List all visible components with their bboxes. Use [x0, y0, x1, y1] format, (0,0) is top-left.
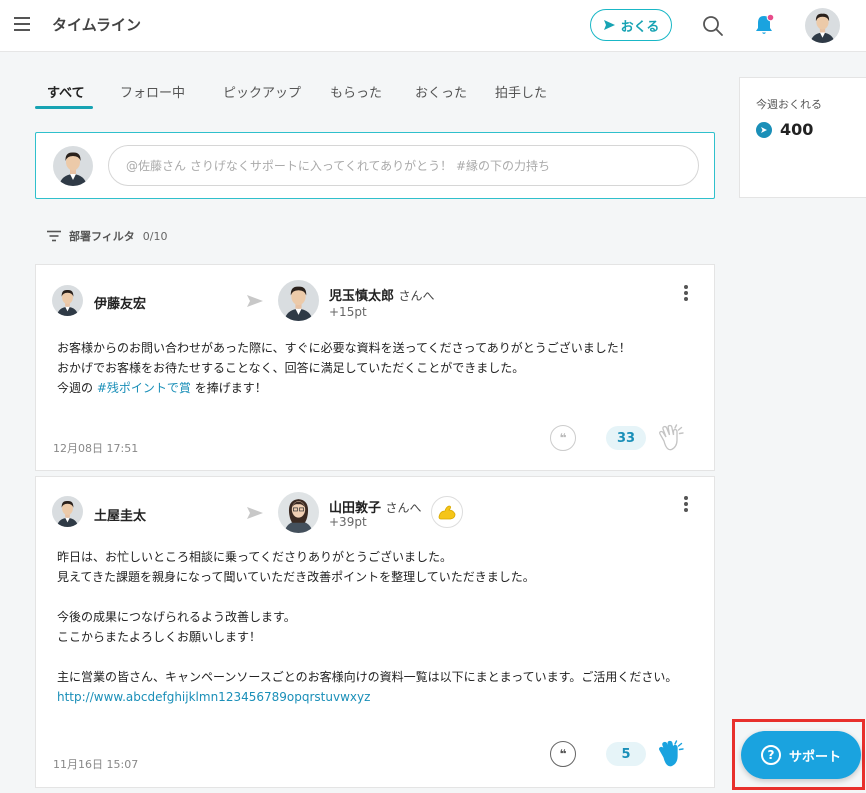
weekly-points-number: 400: [780, 120, 814, 139]
points-value: +15pt: [329, 305, 367, 319]
compose-avatar: [53, 146, 93, 186]
support-button-label: サポート: [788, 749, 841, 765]
message-line: おかげでお客様をお待たせすることなく、回答に満足していただくことができました。: [57, 361, 525, 375]
tab-pickup[interactable]: ピックアップ: [223, 82, 301, 101]
department-filter[interactable]: 部署フィルタ 0/10: [47, 228, 167, 244]
badge-bubble[interactable]: [431, 496, 463, 528]
tab-received[interactable]: もらった: [330, 82, 382, 101]
message-text: 今週の: [57, 381, 97, 395]
clap-count[interactable]: 5: [606, 742, 646, 766]
weekly-points-value: 400: [756, 120, 813, 139]
message-line: [57, 647, 702, 667]
weekly-points-panel: 今週おくれる 400: [739, 77, 866, 198]
compose-input[interactable]: @佐藤さん さりげなくサポートに入ってくれてありがとう！ #縁の下の力持ち: [108, 145, 699, 186]
recipient-line[interactable]: 山田敦子 さんへ: [329, 497, 422, 516]
recipient-name: 児玉慎太郎: [329, 289, 395, 304]
tab-following[interactable]: フォロー中: [120, 82, 185, 101]
post-timestamp: 11月16日 15:07: [53, 758, 139, 771]
recipient-suffix: さんへ: [398, 289, 435, 303]
recipient-avatar[interactable]: [278, 280, 319, 321]
quote-icon[interactable]: ❝: [550, 741, 576, 767]
message-text: を捧げます！: [190, 381, 267, 395]
weekly-points-label: 今週おくれる: [756, 98, 822, 111]
post-message: お客様からのお問い合わせがあった際に、すぐに必要な資料を送ってくださってありがと…: [57, 338, 697, 398]
timeline-tabs: すべて フォロー中 ピックアップ もらった おくった 拍手した: [35, 70, 715, 110]
send-points-icon: [756, 121, 772, 138]
clap-icon[interactable]: [656, 423, 686, 453]
sender-name[interactable]: 伊藤友宏: [94, 293, 146, 312]
notification-bell-icon[interactable]: [752, 13, 776, 37]
send-direction-icon: [247, 295, 263, 307]
message-line: ここからまたよろしくお願いします！: [57, 630, 262, 644]
filter-count: 0/10: [142, 229, 168, 243]
tab-sent[interactable]: おくった: [415, 82, 467, 101]
tab-all[interactable]: すべて: [47, 82, 85, 101]
top-header: タイムライン おくる: [0, 0, 866, 52]
message-line: 見えてきた課題を親身になって聞いていただき改善ポイントを整理していただきました。: [57, 570, 535, 584]
message-line: 昨日は、お忙しいところ相談に乗ってくださりありがとうございました。: [57, 550, 453, 564]
send-button-label: おくる: [620, 19, 660, 35]
post-message: 昨日は、お忙しいところ相談に乗ってくださりありがとうございました。 見えてきた課…: [57, 547, 702, 707]
sender-avatar[interactable]: [52, 285, 83, 316]
quote-icon[interactable]: ❝: [550, 425, 576, 451]
clap-icon[interactable]: [656, 739, 686, 769]
support-button[interactable]: ? サポート: [741, 731, 861, 779]
message-line: 主に営業の皆さん、キャンペーンソースごとのお客様向けの資料一覧は以下にまとまって…: [57, 670, 678, 684]
recipient-avatar[interactable]: [278, 492, 319, 533]
compose-box: @佐藤さん さりげなくサポートに入ってくれてありがとう！ #縁の下の力持ち: [35, 132, 715, 199]
notification-dot: [766, 13, 775, 22]
recipient-name: 山田敦子: [329, 501, 382, 516]
clap-count[interactable]: 33: [606, 426, 646, 450]
post-timestamp: 12月08日 17:51: [53, 442, 139, 455]
send-button[interactable]: おくる: [590, 9, 672, 41]
recipient-line[interactable]: 児玉慎太郎 さんへ: [329, 285, 435, 304]
message-line: 今後の成果につなげられるよう改善します。: [57, 610, 296, 624]
flexed-arm-badge-icon: [438, 505, 456, 520]
message-line: お客様からのお問い合わせがあった際に、すぐに必要な資料を送ってくださってありがと…: [57, 341, 631, 355]
more-options-icon[interactable]: [684, 285, 690, 303]
tab-clapped[interactable]: 拍手した: [495, 82, 547, 101]
hamburger-menu-icon[interactable]: [14, 17, 30, 31]
points-value: +39pt: [329, 515, 367, 529]
post-link[interactable]: http://www.abcdefghijklmn123456789opqrst…: [57, 687, 702, 707]
help-icon: ?: [760, 745, 781, 765]
message-line: 今週の #残ポイントで賞 を捧げます！: [57, 378, 697, 398]
post-card: 土屋圭太 山田敦子 さんへ +39pt 昨日は、お忙しいところ相談に乗ってくださ…: [35, 476, 715, 788]
page-title: タイムライン: [52, 16, 141, 34]
send-arrow-icon: [603, 20, 615, 30]
sender-name[interactable]: 土屋圭太: [94, 505, 146, 524]
filter-label: 部署フィルタ: [69, 230, 135, 243]
hashtag-link[interactable]: #残ポイントで賞: [97, 381, 191, 395]
filter-icon: [47, 230, 61, 242]
sender-avatar[interactable]: [52, 496, 83, 527]
more-options-icon[interactable]: [684, 496, 690, 514]
post-card: 伊藤友宏 児玉慎太郎 さんへ +15pt お客様からのお問い合わせがあった際に、…: [35, 264, 715, 471]
recipient-suffix: さんへ: [385, 501, 422, 515]
message-line: [57, 587, 702, 607]
active-tab-indicator: [35, 106, 93, 109]
user-avatar[interactable]: [805, 8, 840, 43]
search-icon[interactable]: [702, 15, 724, 37]
send-direction-icon: [247, 507, 263, 519]
